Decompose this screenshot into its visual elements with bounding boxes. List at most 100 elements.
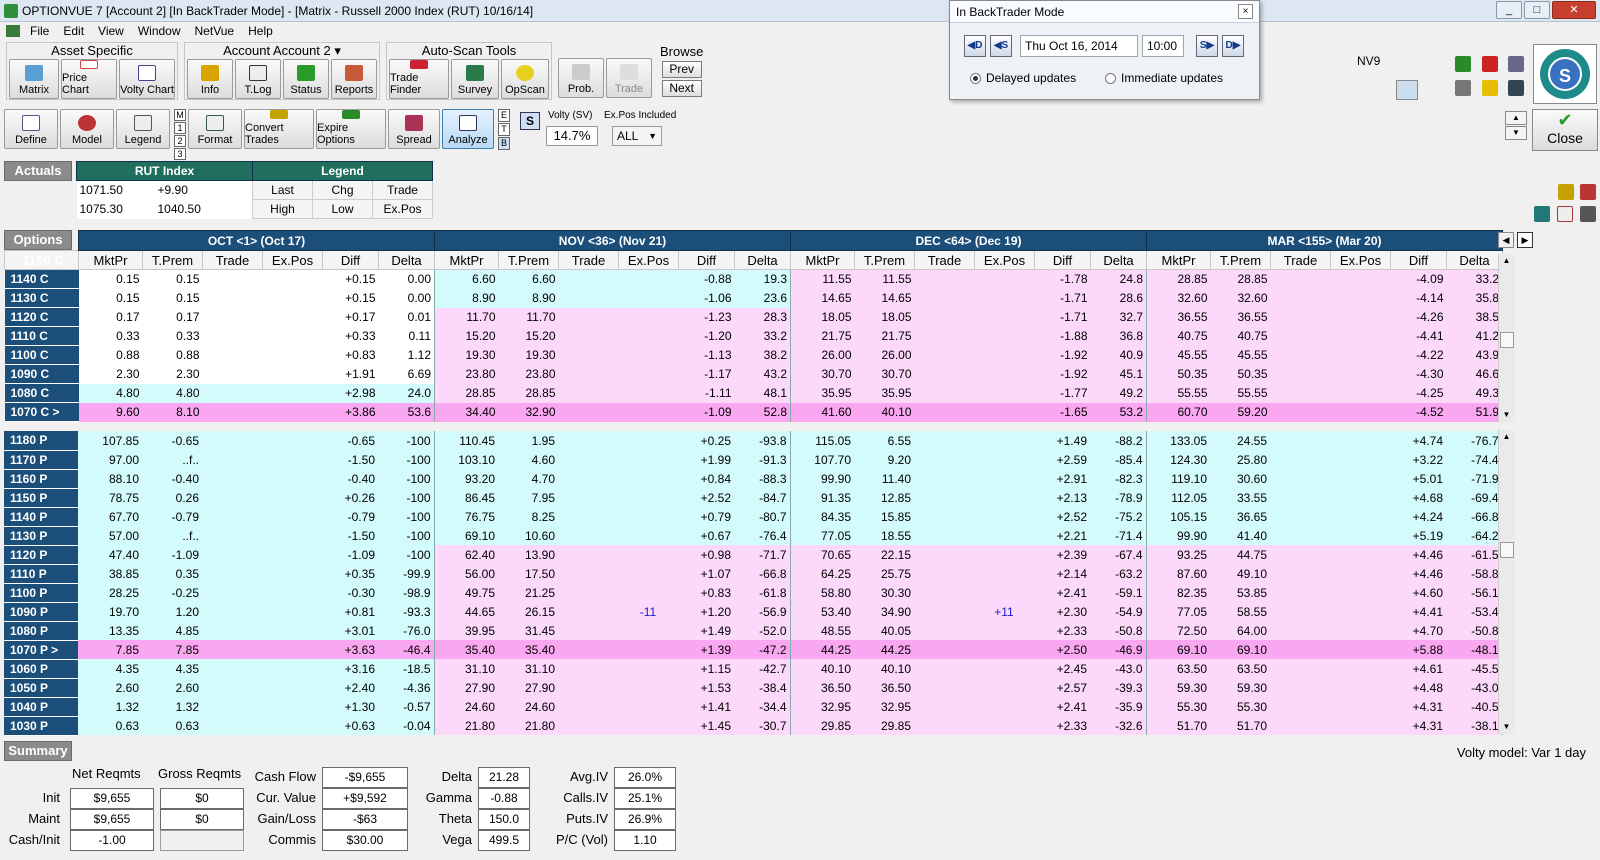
matrix-cell[interactable]: +4.60 bbox=[1390, 583, 1446, 602]
strike-label[interactable]: 1110 P bbox=[4, 564, 78, 584]
matrix-cell[interactable]: -50.8 bbox=[1090, 621, 1147, 640]
next-button[interactable]: Next bbox=[661, 80, 702, 97]
matrix-cell[interactable] bbox=[914, 307, 975, 327]
matrix-cell[interactable] bbox=[558, 326, 619, 346]
matrix-cell[interactable]: 24.60 bbox=[434, 697, 498, 716]
matrix-cell[interactable] bbox=[974, 488, 1034, 507]
matrix-cell[interactable]: -4.22 bbox=[1390, 345, 1447, 365]
column-header[interactable]: Delta bbox=[1090, 250, 1147, 270]
strike-label[interactable]: 1090 C bbox=[4, 364, 79, 384]
e-button[interactable]: E bbox=[498, 109, 510, 122]
matrix-cell[interactable]: 34.90 bbox=[854, 602, 914, 621]
menu-help[interactable]: Help bbox=[248, 24, 273, 38]
matrix-cell[interactable]: 10.60 bbox=[498, 526, 558, 545]
app-menu-icon[interactable] bbox=[6, 25, 20, 37]
matrix-cell[interactable]: 21.80 bbox=[434, 716, 498, 735]
matrix-cell[interactable] bbox=[618, 383, 679, 403]
matrix-cell[interactable]: 77.05 bbox=[1146, 602, 1210, 621]
matrix-cell[interactable]: 31.10 bbox=[498, 659, 558, 678]
matrix-cell[interactable]: 23.6 bbox=[734, 288, 791, 308]
matrix-cell[interactable]: -1.71 bbox=[1034, 288, 1091, 308]
forward-day-button[interactable]: D▶ bbox=[1222, 35, 1244, 57]
matrix-cell[interactable]: 119.10 bbox=[1146, 469, 1210, 488]
matrix-cell[interactable] bbox=[618, 621, 678, 640]
matrix-cell[interactable]: 0.35 bbox=[142, 564, 202, 583]
matrix-cell[interactable]: 64.25 bbox=[790, 564, 854, 583]
matrix-cell[interactable]: 1.32 bbox=[142, 697, 202, 716]
matrix-cell[interactable]: 40.10 bbox=[790, 659, 854, 678]
matrix-cell[interactable]: 56.00 bbox=[434, 564, 498, 583]
matrix-cell[interactable]: 7.85 bbox=[142, 640, 202, 659]
matrix-cell[interactable] bbox=[558, 488, 618, 507]
matrix-cell[interactable]: +0.83 bbox=[322, 345, 379, 365]
matrix-cell[interactable]: 77.05 bbox=[790, 526, 854, 545]
matrix-cell[interactable]: +2.33 bbox=[1034, 621, 1090, 640]
matrix-cell[interactable]: 49.3 bbox=[1446, 383, 1503, 403]
matrix-cell[interactable]: 36.8 bbox=[1090, 326, 1147, 346]
matrix-cell[interactable]: +4.41 bbox=[1390, 602, 1446, 621]
menu-netvue[interactable]: NetVue bbox=[195, 24, 235, 38]
matrix-cell[interactable] bbox=[262, 345, 323, 365]
matrix-cell[interactable]: 51.9 bbox=[1446, 402, 1503, 422]
matrix-cell[interactable]: 45.1 bbox=[1090, 364, 1147, 384]
puts-scroll-down[interactable]: ▼ bbox=[1499, 720, 1514, 734]
matrix-cell[interactable] bbox=[558, 307, 619, 327]
matrix-cell[interactable]: 58.55 bbox=[1210, 602, 1270, 621]
matrix-cell[interactable]: 6.60 bbox=[498, 269, 559, 289]
reports-button[interactable]: Reports bbox=[331, 59, 377, 99]
matrix-cell[interactable] bbox=[914, 545, 974, 564]
matrix-cell[interactable]: 46.6 bbox=[1446, 364, 1503, 384]
matrix-cell[interactable]: +2.40 bbox=[322, 678, 378, 697]
forward-step-button[interactable]: S▶ bbox=[1196, 35, 1218, 57]
matrix-cell[interactable]: 105.15 bbox=[1146, 507, 1210, 526]
strike-label[interactable]: 1090 P bbox=[4, 602, 78, 622]
matrix-cell[interactable]: -1.17 bbox=[678, 364, 735, 384]
matrix-cell[interactable] bbox=[974, 564, 1034, 583]
matrix-cell[interactable] bbox=[202, 307, 263, 327]
matrix-cell[interactable]: 30.70 bbox=[790, 364, 855, 384]
matrix-cell[interactable]: +11 bbox=[974, 602, 1034, 621]
minimize-button[interactable]: _ bbox=[1496, 1, 1522, 19]
backtrader-time-field[interactable]: 10:00 bbox=[1142, 35, 1184, 57]
matrix-cell[interactable] bbox=[974, 697, 1034, 716]
matrix-cell[interactable]: 25.80 bbox=[1210, 450, 1270, 469]
status-button[interactable]: Status bbox=[283, 59, 329, 99]
matrix-cell[interactable] bbox=[974, 583, 1034, 602]
matrix-cell[interactable] bbox=[914, 526, 974, 545]
matrix-cell[interactable] bbox=[618, 431, 678, 450]
puts-scroll-thumb[interactable] bbox=[1500, 542, 1514, 558]
matrix-cell[interactable] bbox=[1270, 564, 1330, 583]
matrix-cell[interactable] bbox=[914, 326, 975, 346]
matrix-cell[interactable]: 24.55 bbox=[1210, 431, 1270, 450]
matrix-cell[interactable]: -76.7 bbox=[1446, 431, 1503, 450]
matrix-cell[interactable]: 13.35 bbox=[78, 621, 142, 640]
matrix-cell[interactable]: 0.88 bbox=[78, 345, 143, 365]
matrix-cell[interactable] bbox=[1330, 583, 1390, 602]
column-header[interactable]: T.Prem bbox=[498, 250, 559, 270]
matrix-cell[interactable]: -69.4 bbox=[1446, 488, 1503, 507]
matrix-cell[interactable]: 4.60 bbox=[498, 450, 558, 469]
matrix-cell[interactable]: 25.75 bbox=[854, 564, 914, 583]
matrix-cell[interactable]: 28.3 bbox=[734, 307, 791, 327]
matrix-cell[interactable] bbox=[1330, 469, 1390, 488]
layout-3-button[interactable]: 3 bbox=[174, 148, 186, 160]
matrix-cell[interactable] bbox=[1330, 697, 1390, 716]
menu-edit[interactable]: Edit bbox=[63, 24, 84, 38]
matrix-cell[interactable]: 19.70 bbox=[78, 602, 142, 621]
column-header[interactable]: Ex.Pos bbox=[974, 250, 1035, 270]
matrix-cell[interactable] bbox=[262, 269, 323, 289]
matrix-cell[interactable] bbox=[974, 450, 1034, 469]
matrix-cell[interactable]: 52.8 bbox=[734, 402, 791, 422]
layout-m-button[interactable]: M bbox=[174, 109, 186, 121]
matrix-cell[interactable]: -100 bbox=[378, 545, 435, 564]
matrix-cell[interactable]: 48.1 bbox=[734, 383, 791, 403]
scroll-down-button[interactable]: ▼ bbox=[1505, 126, 1527, 140]
matrix-cell[interactable]: +4.46 bbox=[1390, 545, 1446, 564]
matrix-cell[interactable] bbox=[262, 507, 322, 526]
matrix-cell[interactable]: -88.3 bbox=[734, 469, 791, 488]
matrix-cell[interactable]: -1.50 bbox=[322, 526, 378, 545]
matrix-cell[interactable]: 4.80 bbox=[142, 383, 203, 403]
matrix-cell[interactable]: 115.05 bbox=[790, 431, 854, 450]
matrix-cell[interactable]: 48.55 bbox=[790, 621, 854, 640]
matrix-cell[interactable]: 26.15 bbox=[498, 602, 558, 621]
